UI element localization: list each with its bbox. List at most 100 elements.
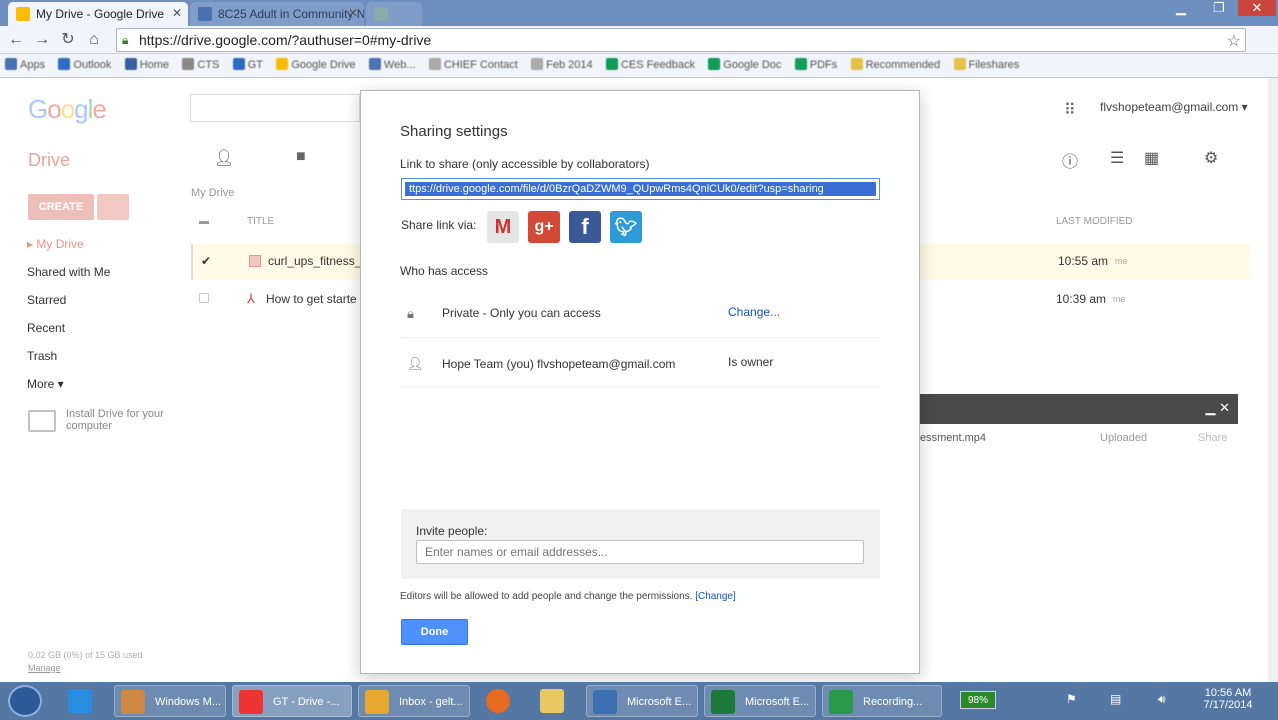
tab-blank[interactable] xyxy=(366,2,422,26)
nav-my-drive[interactable]: ▸ My Drive xyxy=(27,237,84,251)
battery-indicator[interactable]: 98% xyxy=(960,691,996,709)
done-button[interactable]: Done xyxy=(401,619,468,645)
nav-trash[interactable]: Trash xyxy=(27,349,57,363)
taskbar-item[interactable]: Windows M... xyxy=(114,685,226,717)
bookmark-item[interactable]: Home xyxy=(124,58,169,71)
select-all-checkbox[interactable]: ▬ xyxy=(199,216,209,227)
minimize-window-icon[interactable]: ▁ xyxy=(1162,0,1200,16)
google-plus-icon[interactable]: g+ xyxy=(528,211,560,243)
apps-grid-icon[interactable]: ⠿ xyxy=(1064,100,1076,120)
home-icon[interactable]: ⌂ xyxy=(84,30,104,50)
link-to-share-label: Link to share (only accessible by collab… xyxy=(400,157,650,171)
share-link-field[interactable]: ttps://drive.google.com/file/d/0BzrQaDZW… xyxy=(401,178,880,200)
taskbar-item[interactable]: Inbox - gelt... xyxy=(358,685,470,717)
start-button-icon[interactable] xyxy=(8,685,42,717)
column-last-modified[interactable]: LAST MODIFIED xyxy=(1056,216,1133,227)
file-name[interactable]: How to get starte xyxy=(266,292,357,306)
file-name[interactable]: curl_ups_fitness_ xyxy=(268,254,361,268)
row-checkbox[interactable] xyxy=(199,293,209,303)
bookmark-item[interactable]: Google Doc xyxy=(708,58,781,71)
upload-file-name: essment.mp4 xyxy=(920,432,987,444)
taskbar-item[interactable]: GT - Drive -... xyxy=(232,685,352,717)
page-favicon-icon xyxy=(374,7,388,21)
tab-adult-community[interactable]: 8C25 Adult in Community Ne ✕ xyxy=(190,2,364,26)
taskbar-item[interactable]: Microsoft E... xyxy=(586,685,698,717)
outlook-icon xyxy=(365,690,389,714)
taskbar-ie[interactable] xyxy=(62,685,102,717)
system-clock[interactable]: 10:56 AM 7/17/2014 xyxy=(1198,687,1258,711)
maximize-window-icon[interactable]: ❐ xyxy=(1200,0,1238,16)
gmail-icon[interactable]: M xyxy=(487,211,519,243)
facebook-icon[interactable]: f xyxy=(569,211,601,243)
breadcrumb: My Drive xyxy=(191,187,235,199)
install-drive-text: Install Drive for your computer xyxy=(66,408,164,432)
close-tab-icon[interactable]: ✕ xyxy=(172,6,182,20)
details-info-icon[interactable]: ⓘ xyxy=(1062,148,1078,172)
reload-icon[interactable]: ↻ xyxy=(58,30,78,50)
taskbar-item[interactable]: Microsoft E... xyxy=(704,685,816,717)
change-visibility-link[interactable]: Change... xyxy=(728,305,780,319)
bookmark-star-icon[interactable]: ☆ xyxy=(1227,31,1241,51)
taskbar-explorer[interactable] xyxy=(534,685,574,717)
flag-icon[interactable]: ⚑ xyxy=(1066,692,1077,706)
storage-usage: 0.02 GB (0%) of 15 GB used xyxy=(28,650,143,660)
bookmark-item[interactable]: CES Feedback xyxy=(605,58,695,71)
bookmark-item[interactable]: Web... xyxy=(368,58,415,71)
video-file-icon xyxy=(249,255,261,267)
forward-arrow-icon[interactable]: → xyxy=(32,30,52,50)
nav-more[interactable]: More ▾ xyxy=(27,377,64,391)
list-view-icon[interactable]: ☰ xyxy=(1110,148,1124,168)
bookmark-item[interactable]: Outlook xyxy=(58,58,111,71)
drive-search-input[interactable] xyxy=(190,94,360,122)
upload-share-link[interactable]: Share xyxy=(1198,432,1227,444)
create-button[interactable]: CREATE xyxy=(28,194,94,220)
file-modified-by: me xyxy=(1113,294,1126,304)
network-icon[interactable]: ▤ xyxy=(1110,692,1121,706)
row-checkbox-checked-icon[interactable]: ✔ xyxy=(201,254,211,268)
nav-recent[interactable]: Recent xyxy=(27,321,65,335)
close-tab-icon[interactable]: ✕ xyxy=(348,6,358,20)
file-modified: 10:55 am xyxy=(1058,254,1109,268)
back-arrow-icon[interactable]: ← xyxy=(6,30,26,50)
movie-maker-icon xyxy=(121,690,145,714)
nav-shared-with-me[interactable]: Shared with Me xyxy=(27,265,110,279)
close-panel-icon[interactable]: ✕ xyxy=(1219,400,1230,415)
person-icon: 👤︎ xyxy=(407,356,424,371)
add-person-icon[interactable]: 👤︎ xyxy=(214,148,234,168)
account-switcher[interactable]: flvshopeteam@gmail.com ▾ xyxy=(1100,100,1248,114)
twitter-icon[interactable]: 🐦︎ xyxy=(610,211,642,243)
owner-text: Hope Team (you) flvshopeteam@gmail.com xyxy=(442,357,676,371)
bookmark-item[interactable]: CHIEF Contact xyxy=(428,58,518,71)
taskbar-item[interactable]: Recording... xyxy=(822,685,942,717)
bookmark-item[interactable]: Feb 2014 xyxy=(531,58,593,71)
file-modified-by: me xyxy=(1115,256,1128,266)
bookmark-item[interactable]: CTS xyxy=(182,58,219,71)
new-folder-icon[interactable]: ■ xyxy=(296,148,306,166)
bookmark-item[interactable]: PDFs xyxy=(794,58,837,71)
bookmark-item[interactable]: Recommended xyxy=(850,58,940,71)
upload-button[interactable] xyxy=(97,194,129,220)
bookmark-item[interactable]: GT xyxy=(232,58,263,71)
column-title[interactable]: TITLE xyxy=(247,216,274,227)
taskbar-firefox[interactable] xyxy=(480,685,520,717)
invite-people-label: Invite people: xyxy=(416,524,488,538)
page-scrollbar[interactable] xyxy=(1268,78,1278,682)
editors-change-link[interactable]: [Change] xyxy=(695,591,736,602)
invite-people-input[interactable] xyxy=(416,540,864,564)
bookmark-item[interactable]: Google Drive xyxy=(276,58,356,71)
grid-view-icon[interactable]: ▦ xyxy=(1144,148,1159,168)
manage-storage-link[interactable]: Manage xyxy=(28,663,61,673)
close-window-icon[interactable]: ✕ xyxy=(1238,0,1276,16)
bookmark-item[interactable]: Apps xyxy=(5,58,45,71)
volume-icon[interactable]: 🔊︎ xyxy=(1158,692,1166,707)
address-bar[interactable]: 🔒︎ https://drive.google.com/?authuser=0#… xyxy=(116,28,1246,52)
google-logo[interactable]: Google xyxy=(28,94,107,125)
settings-gear-icon[interactable]: ⚙ xyxy=(1204,148,1218,168)
nav-starred[interactable]: Starred xyxy=(27,293,66,307)
tab-title: 8C25 Adult in Community Ne xyxy=(218,7,364,21)
share-link-value: ttps://drive.google.com/file/d/0BzrQaDZW… xyxy=(405,182,876,196)
drive-title: Drive xyxy=(28,150,71,170)
tab-my-drive[interactable]: My Drive - Google Drive ✕ xyxy=(8,2,188,26)
bookmark-item[interactable]: Fileshares xyxy=(953,58,1019,71)
minimize-panel-icon[interactable]: ▁ xyxy=(1205,400,1215,415)
